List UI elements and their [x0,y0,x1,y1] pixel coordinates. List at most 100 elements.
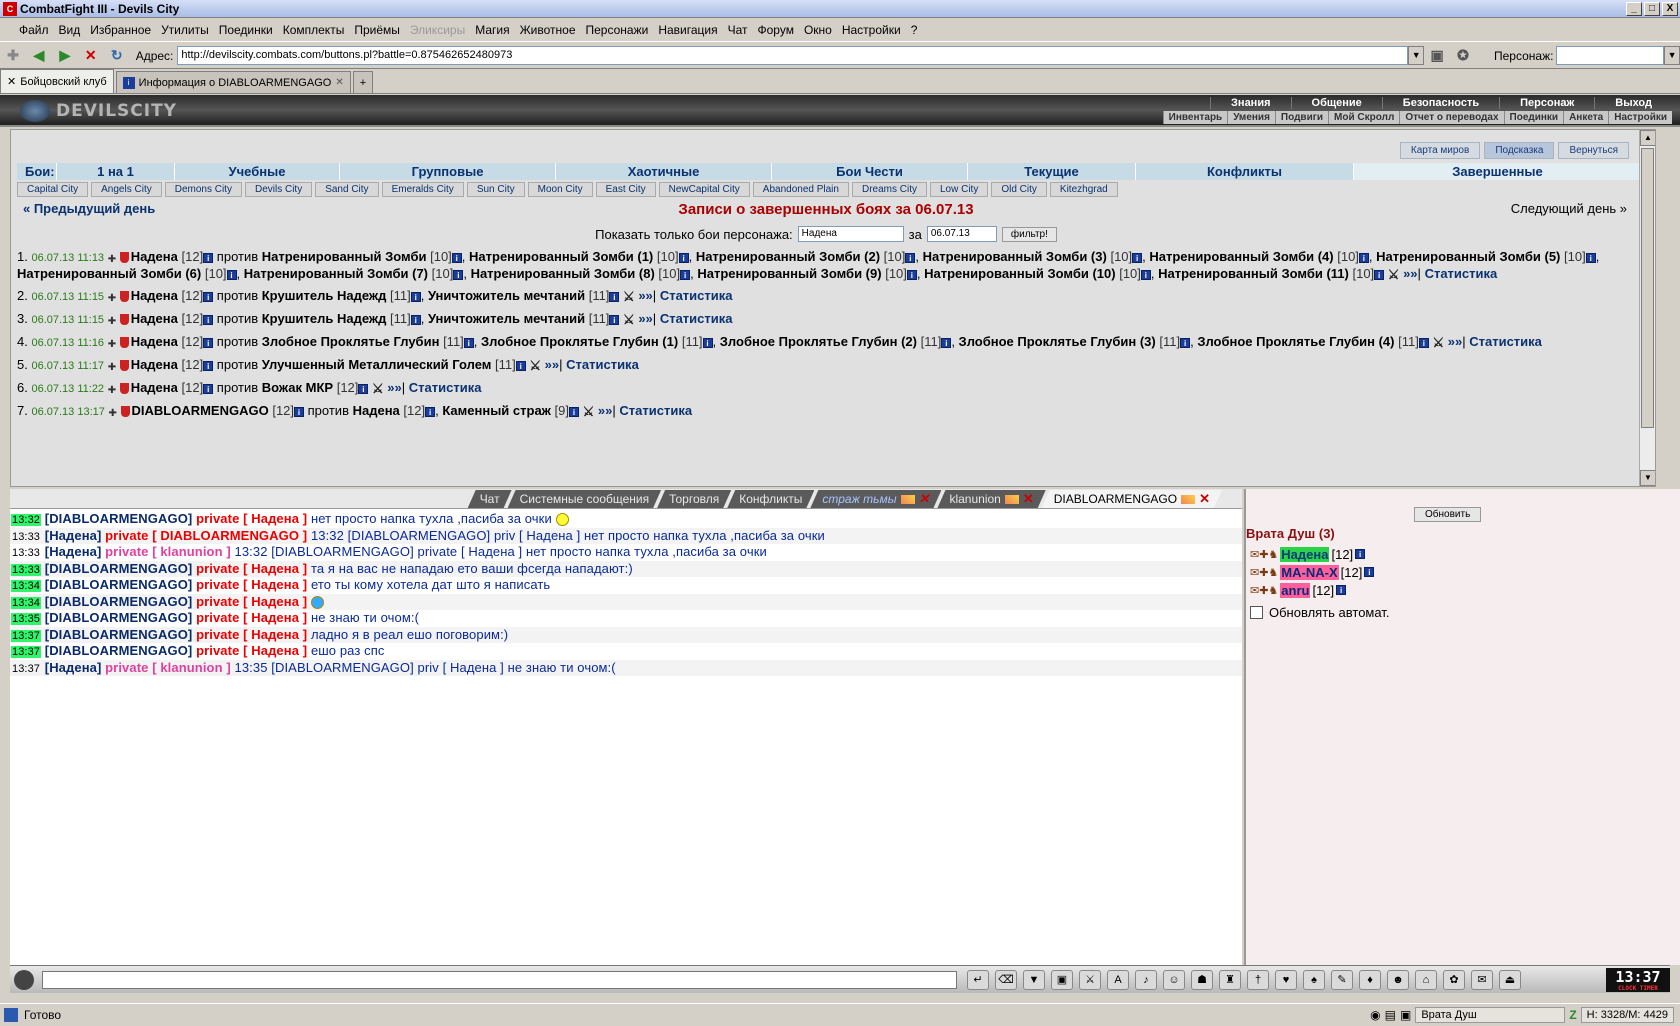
chat-author[interactable]: Надена [49,660,97,675]
chat-tab-chat[interactable]: Чат [468,490,512,508]
chat-time[interactable]: 13:34 [11,580,42,592]
chat-recipient[interactable]: Надена [251,627,299,642]
address-dropdown-icon[interactable]: ▼ [1408,46,1425,65]
filter-date-input[interactable]: 06.07.13 [926,226,997,242]
close-icon[interactable]: ✕ [919,491,930,507]
chat-recipient[interactable]: Надена [251,594,299,609]
subnav-skills[interactable]: Умения [1227,111,1275,124]
chat-recipient[interactable]: Надена [251,561,299,576]
info-icon[interactable]: i [609,314,620,325]
chat-author[interactable]: DIABLOARMENGAGO [49,643,188,658]
info-icon[interactable]: i [203,314,214,325]
frame-scrollbar[interactable]: ▲ ▼ [1639,130,1655,486]
chat-tab-diablo[interactable]: DIABLOARMENGAGO ✕ [1042,490,1222,508]
info-icon[interactable]: i [1374,269,1385,280]
smile-icon[interactable]: ☺ [1163,969,1185,990]
chat-tab-conflicts[interactable]: Конфликты [727,490,814,508]
city-tab[interactable]: Low City [929,182,989,197]
nav-security[interactable]: Безопасность [1381,97,1499,109]
info-icon[interactable]: i [905,252,916,263]
menu-chat[interactable]: Чат [723,23,753,37]
save-icon[interactable]: ▣ [1051,969,1073,990]
city-tab[interactable]: Angels City [91,182,162,197]
crossed-swords-icon[interactable]: ⚔ [623,289,635,304]
tab-current[interactable]: Текущие [968,163,1136,180]
user-status-icon[interactable]: ✉✚♞ [1250,584,1278,597]
chat-time[interactable]: 13:37 [11,663,41,675]
subnav-fights[interactable]: Поединки [1503,111,1564,124]
info-icon[interactable]: i [1358,252,1369,263]
chat-time[interactable]: 13:34 [11,596,42,609]
crossed-swords-icon[interactable]: ⚔ [372,381,384,396]
next-day-link[interactable]: Следующий день » [1511,201,1627,216]
chat-recipient[interactable]: Надена [251,610,299,625]
tab-fight-club[interactable]: ✕ Бойцовский клуб [0,69,114,93]
menu-file[interactable]: Файл [14,23,54,37]
stats-link[interactable]: Статистика [409,380,482,395]
auto-refresh-checkbox[interactable] [1250,606,1263,619]
info-icon[interactable]: i [410,314,421,325]
fight-icon[interactable]: ⚔ [1079,969,1101,990]
city-tab[interactable]: Sun City [466,182,525,197]
mask-icon[interactable]: ☻ [1387,969,1409,990]
menu-utilities[interactable]: Утилиты [156,23,214,37]
menu-magic[interactable]: Магия [470,23,514,37]
chat-time[interactable]: 13:37 [11,646,42,658]
menu-duels[interactable]: Поединки [214,23,278,37]
stats-link[interactable]: Статистика [566,357,639,372]
scroll-icon[interactable]: ✎ [1331,969,1353,990]
info-icon[interactable]: i [680,269,691,280]
armor-icon[interactable]: ♦ [1359,969,1381,990]
mail-icon[interactable]: ✉ [1471,969,1493,990]
info-icon[interactable]: i [1140,269,1151,280]
address-input[interactable]: http://devilscity.combats.com/buttons.pl… [177,46,1409,65]
send-icon[interactable]: ↵ [967,969,989,990]
menu-settings[interactable]: Настройки [837,23,906,37]
menu-window[interactable]: Окно [799,23,837,37]
subnav-transfers[interactable]: Отчет о переводах [1399,111,1503,124]
city-tab[interactable]: Capital City [17,182,89,197]
chat-author[interactable]: DIABLOARMENGAGO [49,610,188,625]
city-tab[interactable]: Dreams City [851,182,927,197]
info-icon[interactable]: i [678,252,689,263]
info-icon[interactable]: i [463,337,474,348]
chat-user-icon[interactable] [14,970,34,990]
log-link[interactable]: »» [1448,334,1462,349]
info-icon[interactable]: i [358,383,369,394]
pin-icon[interactable]: ✚ [3,46,23,66]
refresh-icon[interactable]: ↻ [107,46,127,66]
sound-icon[interactable]: ♪ [1135,969,1157,990]
stats-link[interactable]: Статистика [660,311,733,326]
city-tab[interactable]: Moon City [527,182,593,197]
crossed-swords-icon[interactable]: ⚔ [1388,267,1400,282]
info-icon[interactable]: i [451,252,462,263]
subnav-profile[interactable]: Анкета [1563,111,1608,124]
log-link[interactable]: »» [545,357,559,372]
chat-time[interactable]: 13:33 [11,563,42,576]
info-icon[interactable]: i [906,269,917,280]
chat-time[interactable]: 13:37 [11,629,42,642]
tab-group[interactable]: Групповые [340,163,556,180]
exit-icon[interactable]: ⏏ [1499,969,1521,990]
scroll-up-icon[interactable]: ▲ [1640,130,1655,146]
chat-author[interactable]: DIABLOARMENGAGO [49,627,188,642]
nav-character[interactable]: Персонаж [1499,97,1594,109]
info-icon[interactable]: i [453,269,464,280]
chat-recipient[interactable]: klanunion [160,660,222,675]
stats-link[interactable]: Статистика [660,288,733,303]
close-icon[interactable]: ✕ [1023,491,1034,507]
menu-animal[interactable]: Животное [515,23,581,37]
subnav-feats[interactable]: Подвиги [1274,111,1328,124]
city-tab[interactable]: Abandoned Plain [752,182,849,197]
chat-recipient[interactable]: Надена [251,511,299,526]
log-link[interactable]: »» [387,380,401,395]
crossed-swords-icon[interactable]: ⚔ [623,312,635,327]
hint-button[interactable]: Подсказка [1484,142,1555,159]
char-icon[interactable]: ✪ [1453,46,1473,66]
potion-icon[interactable]: ♥ [1275,969,1297,990]
info-icon[interactable]: i [569,406,579,417]
chat-author[interactable]: Надена [49,528,97,543]
nav-exit[interactable]: Выход [1594,97,1672,109]
chat-recipient[interactable]: klanunion [160,544,222,559]
city-tab[interactable]: East City [595,182,656,197]
